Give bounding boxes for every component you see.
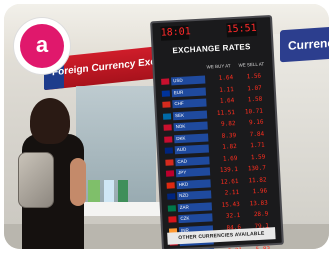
sell-rate: 1.07 [247,84,262,92]
buy-rate: 6.21 [218,246,243,249]
sell-rate: 11.82 [248,175,267,184]
flag-icon [164,147,174,154]
currency-code: HKD [176,178,211,189]
board-title: EXCHANGE RATES [172,42,251,56]
flag-icon [164,135,173,143]
counter-sign-text: Foreign Currency Exchange [52,53,162,79]
clock-left: 18:01 [160,25,192,41]
buy-rate: 139.1 [219,165,239,174]
sell-rate: 9.16 [248,118,264,127]
currency-code: CHF [172,98,207,109]
flag-icon [166,181,175,189]
flag-icon [167,193,176,200]
flag-icon [162,101,171,108]
currency-code: AUD [174,144,210,155]
currency-code: DKK [174,132,209,143]
buy-rate: 2.11 [224,188,240,197]
col-sell-label: WE SELL AT [238,61,265,68]
badge-letter: a [20,24,64,68]
buy-rate: 9.82 [220,120,236,128]
col-buy-label: WE BUY AT [206,63,231,70]
currency-code: CZK [178,213,213,224]
flag-icon [165,158,174,166]
rate-rows: USD 1.64 1.56 EUR 1.11 1.07 CHF 1.64 1.58 SEK 11.5… [161,71,274,249]
currency-code: SEK [172,110,208,120]
currency-code: NOK [173,121,208,132]
counter-bottles [88,180,128,204]
sell-rate: 1.56 [246,72,262,81]
sell-rate: 7.84 [249,130,265,138]
currency-code: JPY [175,167,211,178]
flag-icon [162,112,172,120]
flag-icon [168,216,177,223]
flag-icon [163,124,172,131]
person-arm [70,158,86,206]
buy-rate: 1.82 [222,142,237,151]
flag-icon [161,89,170,97]
sell-rate: 1.58 [247,95,263,104]
badge-circle: a [14,18,70,74]
currency-code: ZAR [177,201,213,212]
currency-sign: Currency [280,25,329,63]
sell-rate: 28.9 [253,210,269,219]
flag-icon [165,170,175,177]
currency-code: USD [171,75,206,86]
sell-rate: 5.83 [255,244,271,249]
buy-rate: 1.64 [218,74,234,82]
currency-code: EUR [171,87,206,97]
currency-code: NZD [177,190,212,201]
currency-code: CAD [175,155,210,166]
shoulder-bag [18,152,54,208]
sell-rate: 1.59 [250,153,266,161]
buy-rate: 32.1 [225,211,241,220]
sell-rate: 10.71 [244,107,264,116]
buy-rate: 1.69 [222,154,238,163]
customer-person [14,98,92,249]
buy-rate: 1.64 [219,97,235,105]
flag-icon [167,204,177,212]
sell-rate: 1.96 [252,187,268,196]
buy-rate: 8.39 [221,131,237,140]
currency-code: SAR [180,247,215,249]
buy-rate: 12.61 [220,177,239,186]
board-clocks: 18:01 15:51 [156,21,263,43]
clock-right: 15:51 [226,21,257,38]
sell-rate: 1.71 [250,141,265,150]
photo-frame: Foreign Currency Exchange Currency 18:01… [4,4,329,249]
sell-rate: 130.7 [247,164,267,173]
person-hair [30,98,70,144]
buy-rate: 15.43 [221,200,240,209]
buy-rate: 11.51 [216,108,236,117]
flag-icon [161,78,170,85]
buy-rate: 1.11 [219,85,234,94]
sell-rate: 13.83 [249,198,268,207]
exchange-rates-board: 18:01 15:51 EXCHANGE RATES WE BUY AT WE … [150,14,284,249]
